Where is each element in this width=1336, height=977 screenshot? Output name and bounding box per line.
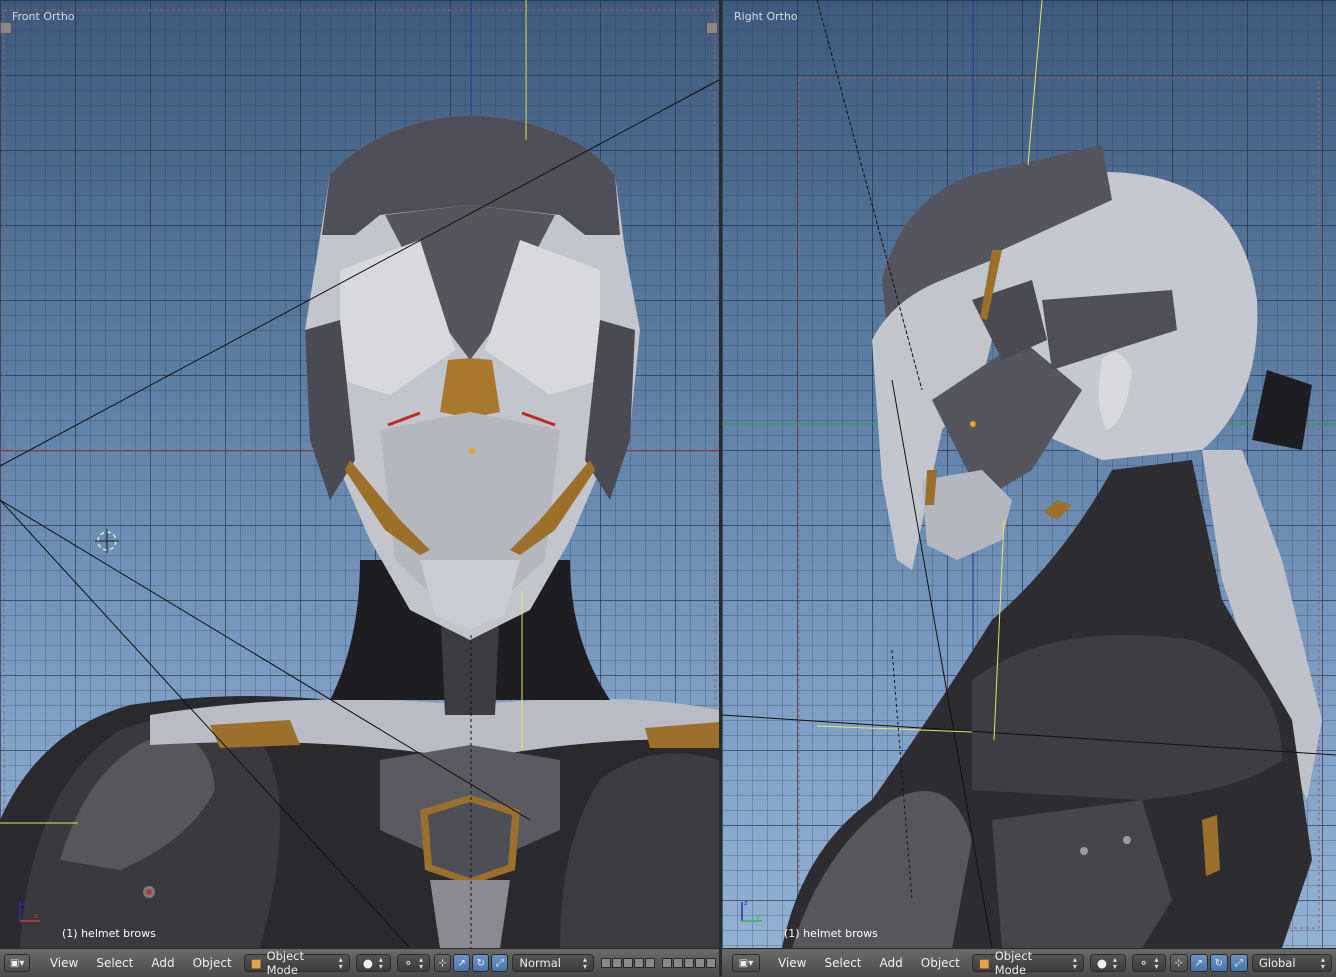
pivot-dropdown[interactable]: ⚬ ▴ ▾ xyxy=(396,954,431,972)
axis-gizmo-icon: z y xyxy=(741,899,762,922)
view-label: Front Ortho xyxy=(12,10,75,23)
layer-buttons[interactable] xyxy=(661,958,716,968)
scale-icon[interactable]: ⤢ xyxy=(491,954,509,972)
viewport-header-right: ▣▾ View Select Add Object ■ Object Mode … xyxy=(722,948,1336,977)
mode-label: Object Mode xyxy=(994,949,1033,977)
translate-icon[interactable]: ↗ xyxy=(453,954,471,972)
mode-dropdown[interactable]: ■ Object Mode ▴ ▾ xyxy=(243,949,350,977)
shading-dropdown[interactable]: ● ▴ ▾ xyxy=(1089,954,1126,972)
pivot-icon: ⚬ xyxy=(403,956,414,970)
side-model-render xyxy=(722,0,1336,948)
dropdown-arrows-icon: ▴ ▾ xyxy=(1320,955,1325,971)
dropdown-arrows-icon: ▴ ▾ xyxy=(378,955,383,971)
solid-shading-icon: ● xyxy=(1096,956,1107,970)
menu-object[interactable]: Object xyxy=(912,953,969,973)
manipulator-toggle-icon[interactable]: ⊹ xyxy=(1169,954,1188,972)
svg-text:z: z xyxy=(22,899,26,907)
viewport-header-left: ▣▾ View Select Add Object ■ Object Mode … xyxy=(0,948,719,977)
manipulator-toggle-icon[interactable]: ⊹ xyxy=(434,954,452,972)
rotate-icon[interactable]: ↻ xyxy=(472,954,490,972)
dropdown-arrows-icon: ▴ ▾ xyxy=(419,955,424,971)
mode-dropdown[interactable]: ■ Object Mode ▴ ▾ xyxy=(971,949,1084,977)
menu-add[interactable]: Add xyxy=(142,953,183,973)
layer-buttons[interactable] xyxy=(600,958,655,968)
viewport-corner-widget[interactable] xyxy=(0,22,12,34)
object-mode-icon: ■ xyxy=(250,956,262,970)
rotate-icon[interactable]: ↻ xyxy=(1209,954,1228,972)
pivot-dropdown[interactable]: ⚬ ▴ ▾ xyxy=(1131,954,1166,972)
front-model-render xyxy=(0,0,719,948)
dropdown-arrows-icon: ▴ ▾ xyxy=(1072,955,1077,971)
translate-icon[interactable]: ↗ xyxy=(1189,954,1208,972)
axis-gizmo-icon: z x xyxy=(19,899,40,922)
menu-view[interactable]: View xyxy=(769,953,815,973)
orientation-label: Normal xyxy=(519,956,561,970)
view-label: Right Ortho xyxy=(734,10,798,23)
orientation-label: Global xyxy=(1258,956,1296,970)
menu-view[interactable]: View xyxy=(41,953,87,973)
viewport-front[interactable]: Front Ortho z x (1) helmet brows xyxy=(0,0,719,948)
active-object-label: (1) helmet brows xyxy=(784,927,878,940)
active-object-label: (1) helmet brows xyxy=(62,927,156,940)
svg-text:x: x xyxy=(34,912,38,920)
dropdown-arrows-icon: ▴ ▾ xyxy=(1154,955,1159,971)
svg-text:y: y xyxy=(756,912,760,920)
menu-add[interactable]: Add xyxy=(871,953,912,973)
orientation-dropdown[interactable]: Global ▴ ▾ xyxy=(1251,954,1332,972)
solid-shading-icon: ● xyxy=(362,956,373,970)
object-mode-icon: ■ xyxy=(978,956,990,970)
editor-type-button[interactable]: ▣▾ xyxy=(732,954,760,972)
svg-text:z: z xyxy=(744,899,748,907)
viewport-split-widget[interactable] xyxy=(706,22,718,34)
mode-label: Object Mode xyxy=(266,949,305,977)
editor-type-button[interactable]: ▣▾ xyxy=(4,954,31,972)
dropdown-arrows-icon: ▴ ▾ xyxy=(583,955,588,971)
menu-select[interactable]: Select xyxy=(815,953,870,973)
orientation-dropdown[interactable]: Normal ▴ ▾ xyxy=(512,954,595,972)
scale-icon[interactable]: ⤢ xyxy=(1229,954,1248,972)
pivot-icon: ⚬ xyxy=(1138,956,1149,970)
dropdown-arrows-icon: ▴ ▾ xyxy=(1112,955,1117,971)
shading-dropdown[interactable]: ● ▴ ▾ xyxy=(355,954,391,972)
menu-select[interactable]: Select xyxy=(87,953,142,973)
viewport-right[interactable]: Right Ortho z y (1) helmet brows xyxy=(722,0,1336,948)
menu-object[interactable]: Object xyxy=(184,953,241,973)
dropdown-arrows-icon: ▴ ▾ xyxy=(338,955,343,971)
